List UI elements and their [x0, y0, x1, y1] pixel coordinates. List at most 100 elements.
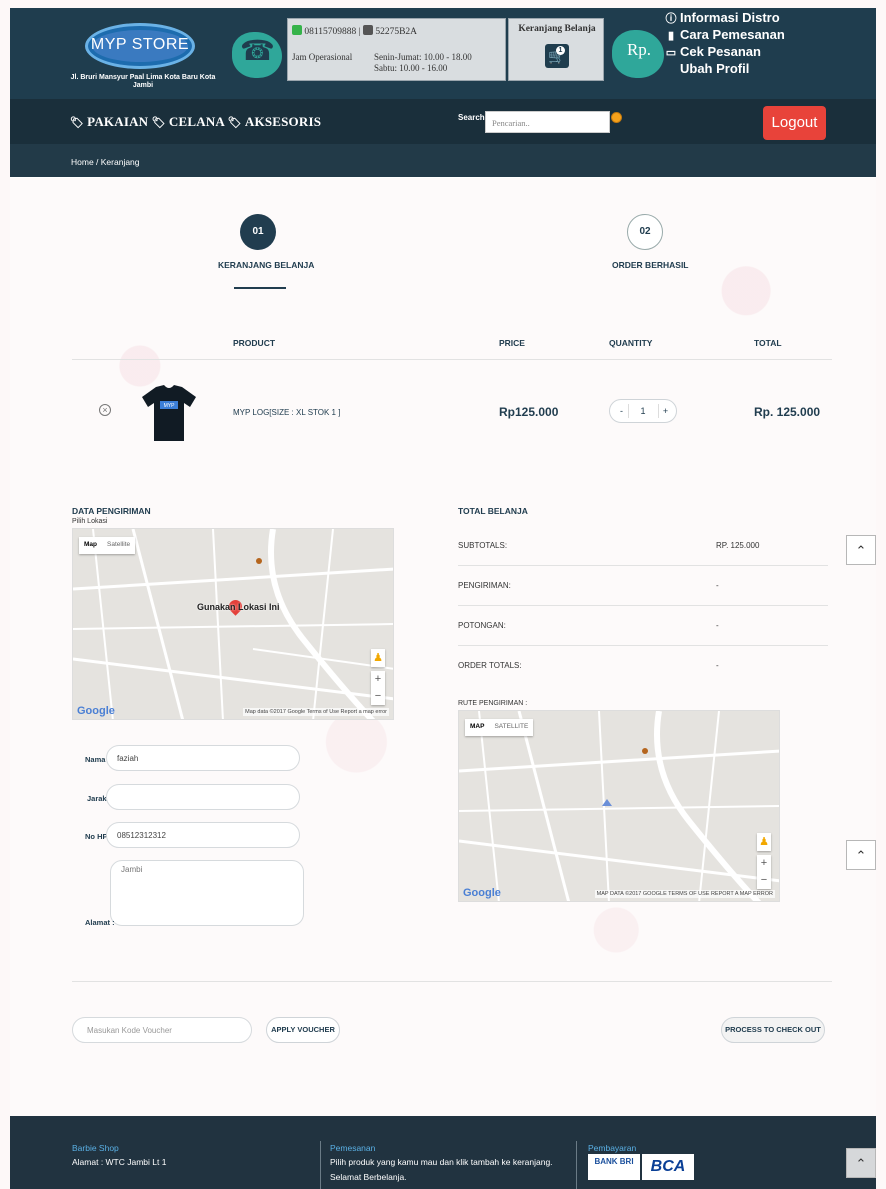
footer-shop-address: Alamat : WTC Jambi Lt 1 — [72, 1157, 167, 1167]
cart-widget[interactable]: Keranjang Belanja 🛒 1 — [508, 18, 604, 81]
alamat-field[interactable]: Jambi — [110, 860, 304, 926]
menu-label: Cek Pesanan — [680, 44, 761, 59]
zoom-in-button[interactable]: + — [757, 855, 771, 872]
col-product: PRODUCT — [233, 338, 276, 348]
checkout-button[interactable]: PROCESS TO CHECK OUT — [721, 1017, 825, 1043]
step-1-circle: 01 — [240, 214, 276, 250]
footer-separator — [576, 1141, 577, 1189]
zoom-in-button[interactable]: + — [371, 671, 385, 688]
laptop-icon: ▭ — [665, 47, 677, 59]
menu-label: Cara Pemesanan — [680, 27, 785, 42]
totals-title: TOTAL BELANJA — [458, 506, 528, 516]
menu-cek-pesanan[interactable]: ▭ Cek Pesanan — [665, 44, 785, 61]
section-divider — [72, 981, 832, 982]
nama-field[interactable]: faziah — [106, 745, 300, 771]
chevron-up-icon[interactable]: ⌃ — [846, 535, 876, 565]
map-zoom-control[interactable]: + − — [757, 855, 771, 889]
menu-cara-pemesanan[interactable]: ▮ Cara Pemesanan — [665, 27, 785, 44]
shipping-subtitle: Pilih Lokasi — [72, 518, 108, 525]
subtotal-label: SUBTOTALS: — [458, 541, 508, 550]
jarak-field[interactable] — [106, 784, 300, 810]
zoom-out-button[interactable]: − — [757, 872, 771, 889]
hours-saturday: Sabtu: 10.00 - 16.00 — [374, 63, 448, 73]
nav-aksesoris[interactable]: AKSESORIS — [245, 114, 321, 129]
logo-text[interactable]: MYP STORE — [85, 36, 195, 54]
menu-informasi-distro[interactable]: ⓘ Informasi Distro — [665, 10, 785, 27]
qty-increase-button[interactable]: + — [658, 404, 672, 418]
bbm-icon — [362, 25, 373, 35]
rp-symbol: Rp. — [626, 40, 652, 59]
product-image[interactable]: MYP — [138, 383, 200, 443]
nav-celana[interactable]: CELANA — [169, 114, 224, 129]
phone-number: 08115709888 — [304, 27, 357, 37]
map-tab-satellite[interactable]: Satellite — [102, 537, 135, 554]
product-total: Rp. 125.000 — [754, 405, 821, 419]
route-label: RUTE PENGIRIMAN : — [458, 700, 528, 707]
location-picker-map[interactable]: Map Satellite Gunakan Lokasi Ini ♟ + − G… — [72, 528, 394, 720]
qty-value[interactable]: 1 — [632, 404, 654, 418]
contact-line: 08115709888 | 52275B2A — [292, 25, 417, 37]
route-map[interactable]: MAP SATELLITE ♟ + − Google MAP DATA ©201… — [458, 710, 780, 902]
map-tab-satellite[interactable]: SATELLITE — [489, 719, 533, 736]
logout-button[interactable]: Logout — [763, 106, 826, 140]
menu-label: Ubah Profil — [680, 61, 750, 76]
map-tab-map[interactable]: Map — [79, 537, 102, 554]
bank-bca-logo: BCA — [642, 1154, 694, 1180]
nav-pakaian[interactable]: PAKAIAN — [87, 114, 148, 129]
footer: Barbie Shop Alamat : WTC Jambi Lt 1 Peme… — [10, 1116, 876, 1189]
map-type-tabs[interactable]: MAP SATELLITE — [465, 719, 534, 736]
alamat-label: Alamat : — [85, 918, 115, 927]
map-tab-map[interactable]: MAP — [465, 719, 489, 736]
category-nav: 🏷 PAKAIAN 🏷 CELANA 🏷 AKSESORIS Search Penca… — [10, 99, 876, 144]
hours-weekday: Senin-Jumat: 10.00 - 18.00 — [374, 52, 472, 62]
order-total-label: ORDER TOTALS: — [458, 661, 522, 670]
store-address: Jl. Bruri Mansyur Paal Lima Kota Baru Ko… — [70, 74, 216, 89]
col-total: TOTAL — [754, 338, 782, 348]
product-price: Rp125.000 — [499, 405, 559, 419]
totals-divider — [458, 565, 828, 566]
apply-voucher-button[interactable]: APPLY VOUCHER — [266, 1017, 340, 1043]
street-view-icon[interactable]: ♟ — [371, 649, 385, 667]
scroll-top-button[interactable]: ⌃ — [846, 1148, 876, 1178]
tag-icon: 🏷 — [151, 117, 166, 129]
breadcrumb[interactable]: Home / Keranjang — [10, 144, 876, 177]
search-button[interactable] — [611, 112, 622, 123]
bank-bri-logo: BANK BRI — [588, 1154, 640, 1180]
voucher-input[interactable]: Masukan Kode Voucher — [72, 1017, 252, 1043]
map-attribution[interactable]: Map data ©2017 Google Terms of Use Repor… — [243, 708, 389, 716]
order-total-value: - — [716, 661, 719, 670]
shipping-cost-value: - — [716, 581, 719, 590]
map-zoom-control[interactable]: + − — [371, 671, 385, 705]
col-quantity: QUANTITY — [609, 338, 653, 348]
cart-title: Keranjang Belanja — [518, 24, 596, 34]
map-attribution[interactable]: MAP DATA ©2017 GOOGLE TERMS OF USE REPOR… — [594, 890, 775, 898]
account-menu: ⓘ Informasi Distro ▮ Cara Pemesanan ▭ Cek P… — [665, 10, 785, 76]
footer-shop-title: Barbie Shop — [72, 1143, 119, 1153]
footer-payment-title: Pembayaran — [588, 1143, 637, 1153]
totals-divider — [458, 605, 828, 606]
hours-label: Jam Operasional — [292, 52, 353, 62]
step-2-label: ORDER BERHASIL — [612, 260, 689, 270]
zoom-out-button[interactable]: − — [371, 688, 385, 705]
top-header: MYP STORE Jl. Bruri Mansyur Paal Lima Ko… — [10, 8, 876, 99]
phone-icon: ☎ — [240, 35, 275, 66]
street-view-icon[interactable]: ♟ — [757, 833, 771, 851]
menu-label: Informasi Distro — [680, 10, 780, 25]
google-logo: Google — [77, 705, 115, 717]
marker-label: Gunakan Lokasi Ini — [197, 602, 280, 612]
discount-label: POTONGAN: — [458, 621, 506, 630]
menu-ubah-profil[interactable]: Ubah Profil — [665, 61, 785, 76]
cart-count-badge: 1 — [556, 46, 565, 55]
qty-decrease-button[interactable]: - — [615, 404, 629, 418]
product-name[interactable]: MYP LOG[SIZE : XL STOK 1 ] — [233, 408, 340, 417]
map-type-tabs[interactable]: Map Satellite — [79, 537, 136, 554]
map-roads — [459, 711, 779, 901]
shipping-title: DATA PENGIRIMAN — [72, 506, 151, 516]
remove-item-icon[interactable]: × — [99, 404, 111, 416]
nohp-field[interactable]: 08512312312 — [106, 822, 300, 848]
totals-divider — [458, 645, 828, 646]
search-input[interactable]: Pencarian.. — [485, 111, 610, 133]
footer-separator — [320, 1141, 321, 1189]
chevron-up-icon[interactable]: ⌃ — [846, 840, 876, 870]
quantity-stepper[interactable]: - 1 + — [609, 399, 677, 423]
